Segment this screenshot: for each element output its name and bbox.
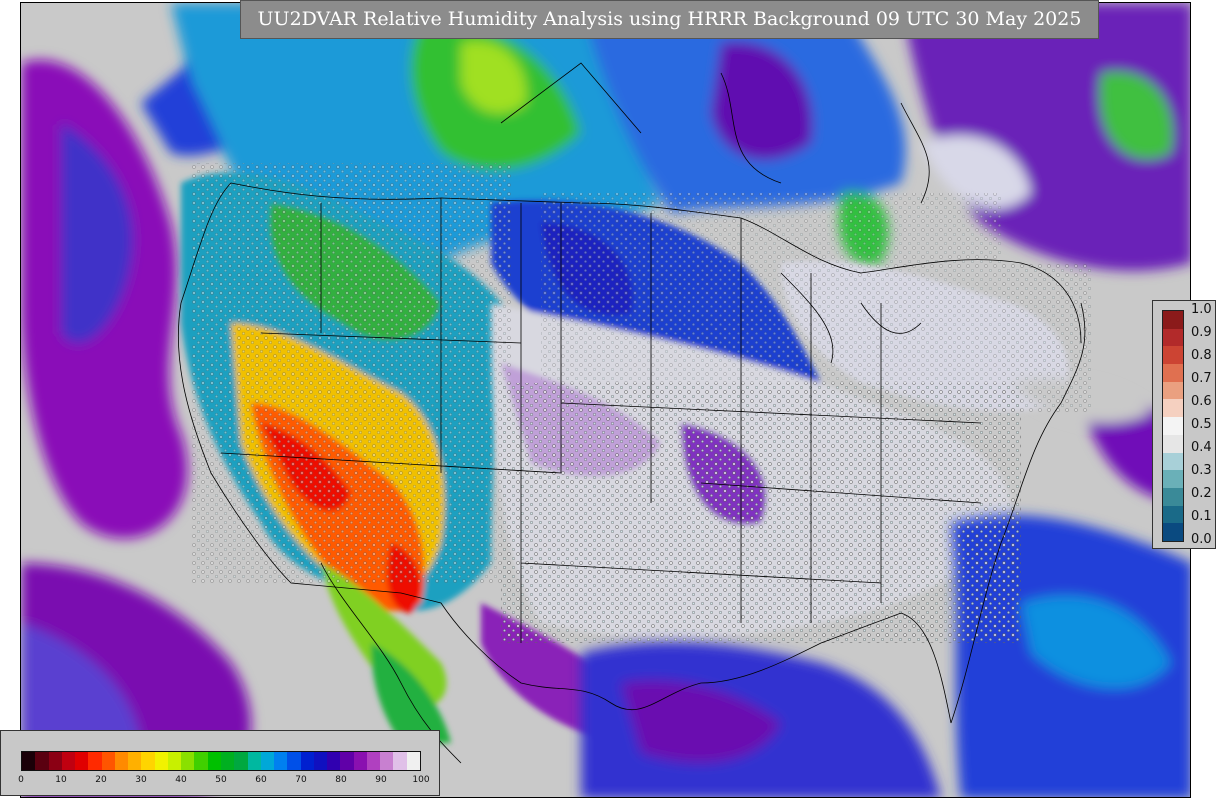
rh-colorbar-tick-label: 70: [295, 775, 307, 785]
rh-colorbar-swatch: [35, 752, 49, 770]
rh-colorbar-swatch: [61, 752, 76, 770]
observation-colorbar-label: 0.0: [1191, 532, 1212, 547]
observation-colorbar-label: 0.4: [1191, 440, 1212, 455]
observation-colorbar-swatch: [1163, 470, 1183, 488]
rh-colorbar-tick-label: 20: [95, 775, 107, 785]
observation-colorbar-swatch: [1163, 346, 1183, 365]
observation-colorbar-swatch: [1163, 487, 1183, 506]
observation-colorbar-label: 0.8: [1191, 348, 1212, 363]
observation-colorbar-label: 0.9: [1191, 325, 1212, 340]
observation-colorbar-label: 0.7: [1191, 371, 1212, 386]
observation-colorbar-label: 0.2: [1191, 486, 1212, 501]
observation-colorbar-swatch: [1163, 364, 1183, 382]
rh-colorbar-swatch: [287, 752, 301, 770]
rh-colorbar-swatch: [154, 752, 168, 770]
observation-colorbar-swatch: [1163, 523, 1183, 541]
rh-colorbar-tick-label: 80: [335, 775, 347, 785]
rh-colorbar-swatch: [101, 752, 115, 770]
rh-colorbar-swatch: [313, 752, 328, 770]
map-frame: [20, 2, 1191, 798]
rh-colorbar-swatch: [181, 752, 195, 770]
observation-colorbar-label: 0.1: [1191, 509, 1212, 524]
observation-colorbar-swatch: [1163, 311, 1183, 329]
rh-colorbar-swatch: [88, 752, 102, 770]
rh-colorbar-tick-label: 50: [215, 775, 227, 785]
rh-colorbar-swatch: [327, 752, 341, 770]
rh-colorbar-swatch: [366, 752, 381, 770]
observation-colorbar-swatch: [1163, 399, 1183, 418]
observation-colorbar-swatch: [1163, 328, 1183, 347]
rh-colorbar-swatch: [75, 752, 89, 770]
rh-colorbar-swatch: [260, 752, 275, 770]
observation-colorbar-label: 0.6: [1191, 394, 1212, 409]
rh-colorbar-swatch: [353, 752, 367, 770]
rh-colorbar-tick-label: 90: [375, 775, 387, 785]
rh-colorbar-swatch: [167, 752, 182, 770]
rh-colorbar-swatch: [234, 752, 248, 770]
rh-colorbar-tick-label: 40: [175, 775, 187, 785]
rh-colorbar-swatch: [380, 752, 394, 770]
map-title: UU2DVAR Relative Humidity Analysis using…: [240, 0, 1099, 39]
observation-colorbar: 1.0 0.9 0.8 0.7 0.6 0.5 0.4 0.3 0.2 0.1 0.0: [1152, 300, 1216, 549]
rh-colorbar-swatch: [340, 752, 354, 770]
observation-colorbar-swatch: [1163, 505, 1183, 524]
rh-colorbar-swatch: [406, 752, 420, 770]
rh-colorbar-swatch: [207, 752, 221, 770]
observation-colorbar-swatch: [1163, 434, 1183, 453]
rh-colorbar-tick-label: 0: [18, 775, 24, 785]
observation-colorbar-swatch: [1163, 381, 1183, 400]
rh-colorbar-swatch: [220, 752, 235, 770]
rh-colorbar: 0 10 20 30 40 50 60 70 80 90 100: [0, 730, 440, 796]
rh-colorbar-swatch: [114, 752, 129, 770]
rh-colorbar-swatch: [300, 752, 314, 770]
rh-colorbar-tick-label: 60: [255, 775, 267, 785]
rh-colorbar-swatch: [274, 752, 288, 770]
rh-colorbar-tick-label: 10: [55, 775, 67, 785]
rh-colorbar-swatch: [247, 752, 261, 770]
observation-colorbar-swatch: [1163, 417, 1183, 435]
observation-colorbar-label: 0.3: [1191, 463, 1212, 478]
rh-colorbar-swatch: [128, 752, 142, 770]
observation-colorbar-label: 0.5: [1191, 417, 1212, 432]
observation-colorbar-label: 1.0: [1191, 302, 1212, 317]
rh-colorbar-swatch: [48, 752, 62, 770]
station-observations: [191, 163, 1091, 643]
rh-colorbar-swatch: [393, 752, 407, 770]
rh-analysis-map: [21, 3, 1190, 797]
rh-colorbar-swatch: [22, 752, 36, 770]
observation-colorbar-swatch: [1163, 452, 1183, 471]
rh-colorbar-swatch: [194, 752, 208, 770]
rh-colorbar-gradient: [21, 751, 421, 771]
rh-colorbar-swatch: [141, 752, 155, 770]
observation-colorbar-gradient: [1162, 310, 1184, 542]
rh-colorbar-tick-label: 30: [135, 775, 147, 785]
rh-colorbar-tick-label: 100: [412, 775, 430, 785]
